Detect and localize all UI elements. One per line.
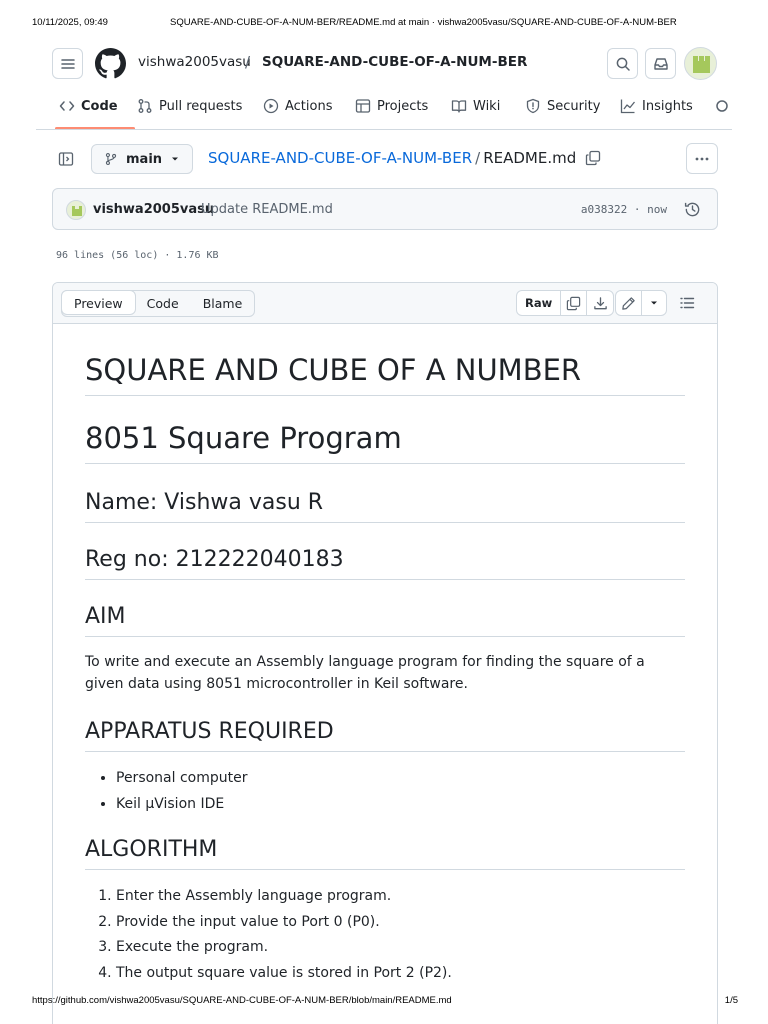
tab-blame[interactable]: Blame [191,291,255,316]
tab-label: Pull requests [159,98,243,114]
readme-heading-aim: AIM [85,604,685,637]
play-icon [263,98,279,114]
active-tab-indicator [55,127,135,129]
tab-overflow[interactable] [714,98,730,114]
list-item: Keil µVision IDE [116,793,685,819]
branch-selector[interactable]: main [91,144,193,174]
tab-code[interactable]: Code [59,98,118,114]
global-header: vishwa2005vasu / SQUARE-AND-CUBE-OF-A-NU… [52,44,718,84]
sidebar-expand-icon [58,152,74,166]
tab-code-view[interactable]: Code [135,291,191,316]
download-button[interactable] [587,291,613,315]
menu-button[interactable] [52,48,83,79]
readme-heading-reg: Reg no: 212222040183 [85,547,685,580]
file-breadcrumb: SQUARE-AND-CUBE-OF-A-NUM-BER / README.md [208,149,576,167]
readme-heading-program: 8051 Square Program [85,421,685,464]
tab-label: Security [547,98,601,114]
pull-request-icon [138,99,152,113]
download-icon [593,296,607,309]
print-title: SQUARE-AND-CUBE-OF-A-NUM-BER/README.md a… [170,17,677,28]
print-page-number: 1/5 [724,995,738,1006]
breadcrumb-separator: / [245,53,251,71]
tab-label: Actions [285,98,333,114]
code-icon [59,101,75,111]
tab-security[interactable]: Security [525,98,600,114]
commit-sha[interactable]: a038322 · now [581,203,667,216]
list-item: Execute the program. [116,936,685,962]
readme-heading-apparatus: APPARATUS REQUIRED [85,719,685,752]
identicon-icon [693,56,710,73]
tab-projects[interactable]: Projects [355,98,428,114]
list-item: The output square value is stored in Por… [116,962,685,988]
tab-actions[interactable]: Actions [263,98,333,114]
search-button[interactable] [607,48,638,79]
copy-icon [567,296,581,310]
gear-icon [716,100,728,112]
book-icon [451,100,467,113]
kebab-horizontal-icon [695,157,709,160]
side-panel-toggle[interactable] [52,147,80,171]
edit-file-button[interactable] [616,291,642,315]
outline-list-icon[interactable] [679,295,695,311]
identicon-icon [72,206,82,216]
readme-heading-algorithm: ALGORITHM [85,837,685,870]
commit-author-avatar[interactable] [66,200,86,220]
caret-down-icon [651,301,657,305]
raw-actions: Raw [516,290,615,316]
inbox-button[interactable] [645,48,676,79]
copy-raw-button[interactable] [561,291,588,315]
file-toolbar: Preview Code Blame Raw [53,283,717,324]
history-icon[interactable] [684,201,701,218]
graph-icon [620,99,636,114]
caret-down-icon [172,157,179,161]
list-item: Provide the input value to Port 0 (P0). [116,911,685,937]
branch-name: main [126,151,163,167]
copy-path-icon[interactable] [585,150,601,166]
breadcrumb-owner[interactable]: vishwa2005vasu [138,54,251,70]
inbox-icon [653,57,668,70]
user-avatar[interactable] [684,47,717,80]
algorithm-list: Enter the Assembly language program. Pro… [85,885,685,987]
tab-label: Insights [642,98,693,114]
view-mode-switch: Preview Code Blame [61,290,256,317]
apparatus-list: Personal computer Keil µVision IDE [85,767,685,818]
commit-message[interactable]: Update README.md [201,202,333,217]
raw-button[interactable]: Raw [517,291,562,315]
list-item: Personal computer [116,767,685,793]
more-options-button[interactable] [686,143,718,174]
print-url: https://github.com/vishwa2005vasu/SQUARE… [32,995,452,1006]
tab-label: Projects [377,98,429,114]
commit-author[interactable]: vishwa2005vasu [93,202,214,217]
readme-heading-name: Name: Vishwa vasu R [85,490,685,523]
file-path-repo-link[interactable]: SQUARE-AND-CUBE-OF-A-NUM-BER [208,149,472,167]
github-logo-icon[interactable] [95,48,126,79]
search-icon [616,57,630,71]
readme-aim-text: To write and execute an Assembly languag… [85,654,645,692]
breadcrumb-repo[interactable]: SQUARE-AND-CUBE-OF-A-NUM-BER [262,54,527,70]
tab-preview[interactable]: Preview [61,290,136,315]
edit-dropdown-button[interactable] [642,291,666,315]
file-info: 96 lines (56 loc) · 1.76 KB [56,250,219,261]
table-icon [355,99,371,113]
print-date: 10/11/2025, 09:49 [32,17,108,28]
repo-navigation: Code Pull requests Actions Projects Wiki… [36,88,732,130]
tab-label: Code [81,98,118,114]
hamburger-icon [60,58,75,69]
file-name: README.md [483,149,577,167]
file-header: main SQUARE-AND-CUBE-OF-A-NUM-BER / README… [52,143,718,175]
file-path-separator: / [475,149,481,167]
branch-icon [105,153,117,165]
readme-viewer: Preview Code Blame Raw SQUARE AND CUBE O… [52,282,718,1024]
edit-actions [615,290,667,316]
latest-commit: vishwa2005vasu Update README.md a038322 … [52,188,718,230]
tab-wiki[interactable]: Wiki [451,98,500,114]
readme-heading-title: SQUARE AND CUBE OF A NUMBER [85,353,685,396]
list-item: Enter the Assembly language program. [116,885,685,911]
tab-label: Wiki [473,98,501,114]
tab-insights[interactable]: Insights [620,98,693,114]
shield-icon [526,98,540,114]
tab-pull-requests[interactable]: Pull requests [137,98,242,114]
pencil-icon [622,296,635,310]
